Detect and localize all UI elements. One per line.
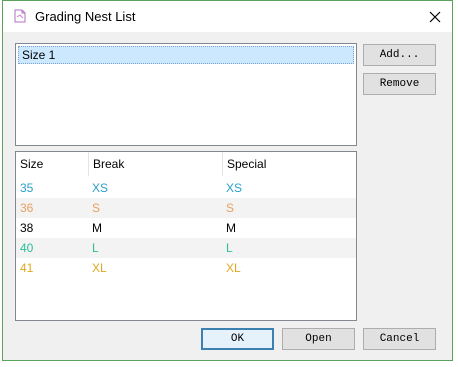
- cell-break: XL: [92, 261, 107, 275]
- grading-nest-dialog: Grading Nest List Size 1 Add... Remove S…: [2, 0, 453, 361]
- close-icon: [429, 11, 441, 22]
- table-row[interactable]: 38 M M: [16, 218, 356, 238]
- cell-special: S: [226, 201, 235, 215]
- size-list[interactable]: Size 1: [15, 43, 357, 146]
- table-row[interactable]: 36 S S: [16, 198, 356, 218]
- add-button[interactable]: Add...: [363, 44, 436, 66]
- table-row[interactable]: 35 XS XS: [16, 178, 356, 198]
- cell-size: 41: [20, 261, 34, 275]
- cancel-button[interactable]: Cancel: [363, 328, 436, 350]
- cell-break: S: [92, 201, 101, 215]
- column-header-size[interactable]: Size: [16, 152, 88, 176]
- window-title: Grading Nest List: [35, 9, 136, 24]
- column-header-special[interactable]: Special: [222, 152, 356, 176]
- ok-button[interactable]: OK: [201, 328, 274, 350]
- open-button[interactable]: Open: [282, 328, 355, 350]
- cell-special: L: [226, 241, 233, 255]
- remove-button[interactable]: Remove: [363, 73, 436, 95]
- table-row[interactable]: 40 L L: [16, 238, 356, 258]
- cell-break: XS: [92, 181, 109, 195]
- cell-special: XL: [226, 261, 241, 275]
- table-row[interactable]: 41 XL XL: [16, 258, 356, 278]
- list-item-selected[interactable]: Size 1: [18, 46, 354, 64]
- cell-size: 40: [20, 241, 34, 255]
- title-bar: Grading Nest List: [3, 1, 452, 32]
- column-header-break[interactable]: Break: [88, 152, 222, 176]
- cell-break: L: [92, 241, 99, 255]
- close-button[interactable]: [418, 1, 452, 32]
- cell-size: 38: [20, 221, 34, 235]
- cell-special: XS: [226, 181, 243, 195]
- cell-size: 36: [20, 201, 34, 215]
- cell-special: M: [226, 221, 236, 235]
- cell-size: 35: [20, 181, 34, 195]
- document-icon: [14, 9, 26, 23]
- grading-table[interactable]: Size Break Special 35 XS XS 36 S S 38 M …: [15, 151, 357, 321]
- cell-break: M: [92, 221, 102, 235]
